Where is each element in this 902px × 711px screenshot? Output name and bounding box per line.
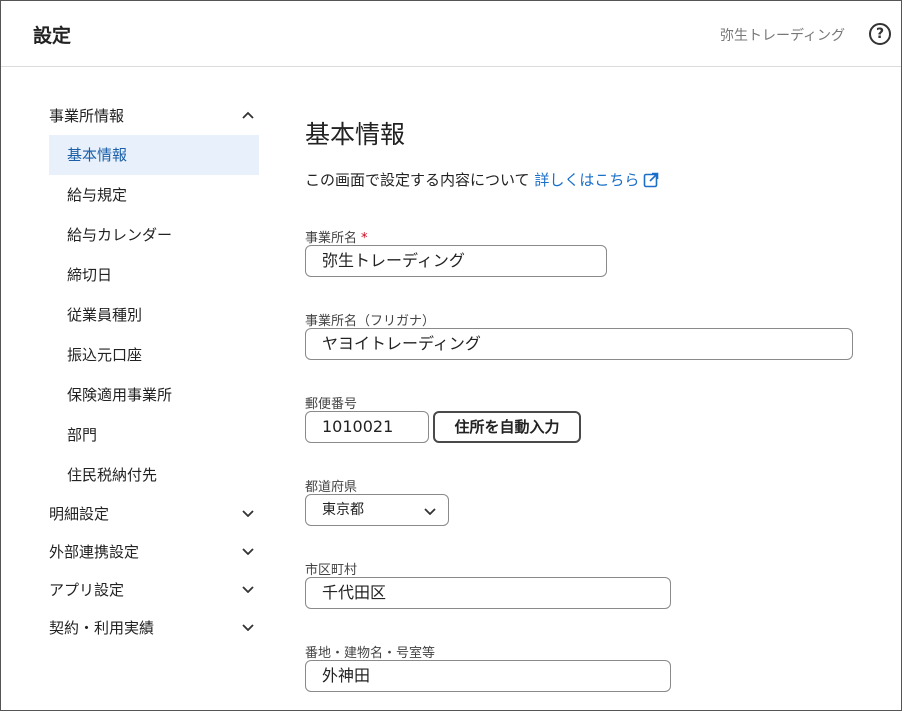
sidebar-group-label: 明細設定 [49,505,110,523]
sidebar-group-label: 契約・利用実績 [49,619,155,637]
office-name-label: 事業所名 * [305,227,607,246]
sidebar-item-resident-tax[interactable]: 住民税納付先 [49,455,259,495]
chevron-down-icon [241,609,255,647]
sidebar-item-closing-date[interactable]: 締切日 [49,255,259,295]
sidebar-item-insurance-office[interactable]: 保険適用事業所 [49,375,259,415]
sidebar-group-contract-usage[interactable]: 契約・利用実績 [49,609,259,647]
details-link-label: 詳しくはこちら [534,171,640,189]
help-icon[interactable]: ? [869,23,891,45]
office-name-field: 事業所名 * 弥生トレーディング [305,227,607,277]
office-name-label-text: 事業所名 [305,231,358,246]
sidebar-group-label: 事業所情報 [49,107,125,125]
sidebar-item-salary-calendar[interactable]: 給与カレンダー [49,215,259,255]
details-link[interactable]: 詳しくはこちら [534,171,659,189]
office-kana-input[interactable]: ヤヨイトレーディング [305,328,853,360]
postal-code-field: 郵便番号 1010021 住所を自動入力 [305,393,585,443]
sidebar-item-basic-info[interactable]: 基本情報 [49,135,259,175]
description: この画面で設定する内容について 詳しくはこちら [305,169,865,191]
chevron-down-icon [241,495,255,533]
prefecture-value: 東京都 [322,502,364,518]
sidebar-group-office-info[interactable]: 事業所情報 [49,97,259,135]
sidebar-item-employee-type[interactable]: 従業員種別 [49,295,259,335]
prefecture-field: 都道府県 東京都 [305,476,449,526]
city-input[interactable]: 千代田区 [305,577,671,609]
office-kana-label: 事業所名（フリガナ） [305,314,436,329]
chevron-up-icon [241,97,255,135]
postal-code-input[interactable]: 1010021 [305,411,429,443]
section-title: 基本情報 [305,120,406,149]
chevron-down-icon [241,533,255,571]
sidebar-item-salary-rules[interactable]: 給与規定 [49,175,259,215]
chevron-down-icon [241,571,255,609]
required-mark: * [361,231,368,246]
sidebar: 事業所情報 基本情報 給与規定 給与カレンダー 締切日 従業員種別 振込元口座 … [49,97,259,647]
company-name[interactable]: 弥生トレーディング [720,25,845,45]
sidebar-item-department[interactable]: 部門 [49,415,259,455]
sidebar-group-app-settings[interactable]: アプリ設定 [49,571,259,609]
office-name-input[interactable]: 弥生トレーディング [305,245,607,277]
sidebar-group-label: アプリ設定 [49,581,125,599]
page-title: 設定 [33,25,72,47]
header: 設定 弥生トレーディング ? [1,1,901,67]
address-input[interactable]: 外神田 [305,660,671,692]
address-label: 番地・建物名・号室等 [305,646,436,661]
main-content: 基本情報 この画面で設定する内容について 詳しくはこちら 事業所名 * 弥生トレー… [305,115,865,692]
office-kana-field: 事業所名（フリガナ） ヤヨイトレーディング [305,310,853,360]
external-link-icon [643,172,659,192]
sidebar-group-statement-settings[interactable]: 明細設定 [49,495,259,533]
description-text: この画面で設定する内容について [305,171,530,189]
prefecture-label: 都道府県 [305,480,358,495]
postal-code-label: 郵便番号 [305,397,358,412]
city-field: 市区町村 千代田区 [305,559,671,609]
address-field: 番地・建物名・号室等 外神田 [305,642,671,692]
chevron-down-icon [424,508,436,515]
auto-fill-address-button[interactable]: 住所を自動入力 [433,411,581,443]
sidebar-group-external-links[interactable]: 外部連携設定 [49,533,259,571]
city-label: 市区町村 [305,563,358,578]
prefecture-select[interactable]: 東京都 [305,494,449,526]
sidebar-item-transfer-account[interactable]: 振込元口座 [49,335,259,375]
sidebar-group-label: 外部連携設定 [49,543,140,561]
app-frame: 設定 弥生トレーディング ? 事業所情報 基本情報 給与規定 給与カレンダー 締… [0,0,902,711]
